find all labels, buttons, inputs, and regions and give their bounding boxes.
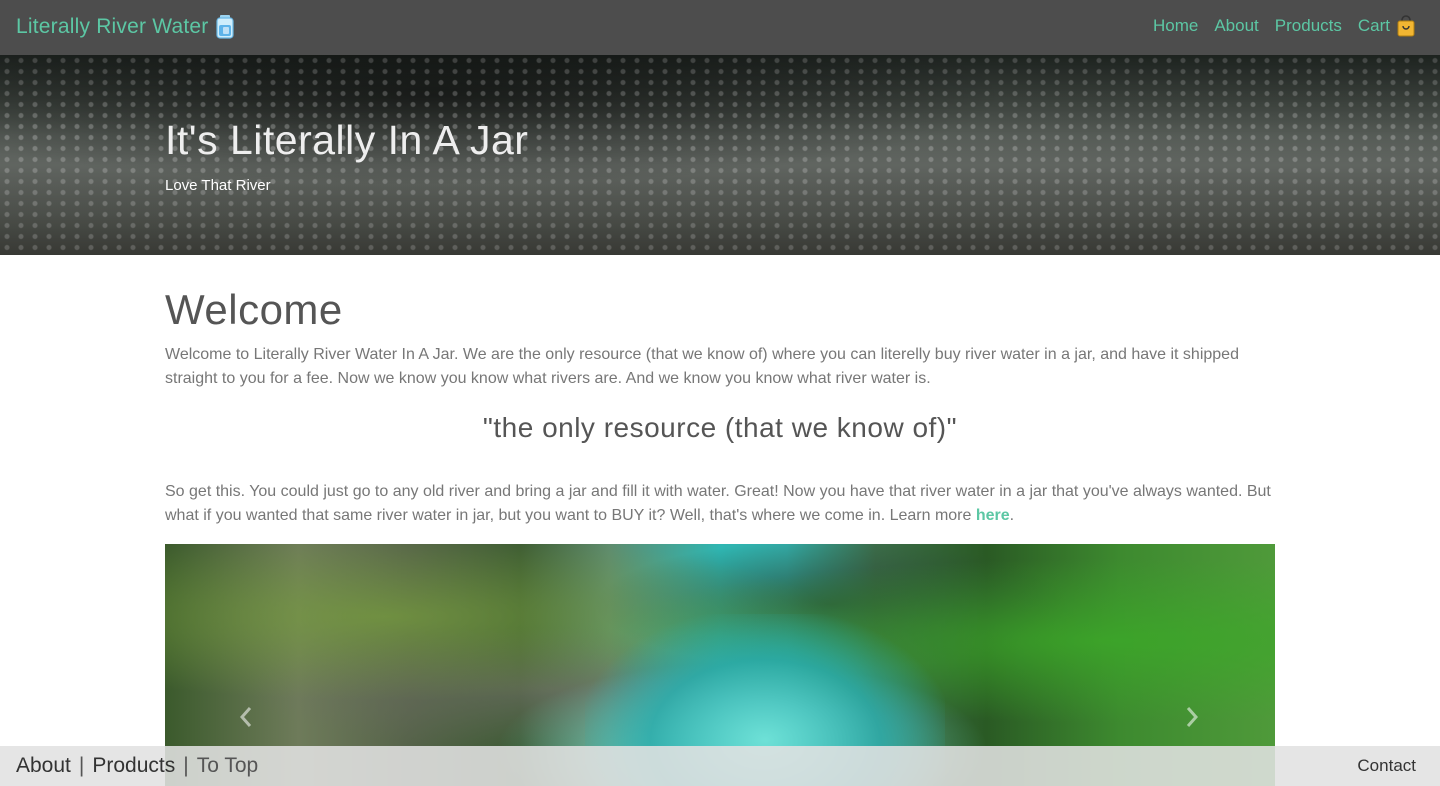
brand-name: Literally River Water (16, 15, 209, 38)
chevron-left-icon (239, 707, 252, 727)
chevron-right-icon (1186, 707, 1199, 727)
footer-separator: | (183, 754, 189, 777)
carousel-next-button[interactable] (1177, 702, 1207, 732)
nav-home-link[interactable]: Home (1153, 16, 1198, 36)
footer-to-top-link[interactable]: To Top (197, 754, 259, 778)
learn-more-link[interactable]: here (976, 507, 1010, 524)
welcome-paragraph: Welcome to Literally River Water In A Ja… (165, 346, 1239, 387)
hero-title: It's Literally In A Jar (165, 117, 529, 163)
hero-subtitle: Love That River (165, 177, 271, 194)
nav-about-link[interactable]: About (1214, 16, 1258, 36)
hero-banner: It's Literally In A Jar Love That River (0, 55, 1440, 255)
navbar: Literally River Water Home About Product… (0, 0, 1440, 55)
water-jar-icon (215, 14, 235, 40)
carousel-prev-button[interactable] (231, 702, 261, 732)
shopping-bag-icon (1396, 15, 1416, 37)
intro-paragraph: So get this. You could just go to any ol… (165, 483, 1271, 524)
intro-text: So get this. You could just go to any ol… (165, 483, 1271, 524)
footer: About | Products | To Top Contact (0, 746, 1440, 786)
nav-cart-label: Cart (1357, 16, 1390, 35)
nav-links: Home About Products Cart (1137, 14, 1416, 38)
nav-products-link[interactable]: Products (1275, 16, 1342, 36)
footer-products-link[interactable]: Products (92, 754, 175, 778)
footer-contact-link[interactable]: Contact (1357, 756, 1416, 776)
nav-cart-link[interactable]: Cart (1358, 15, 1416, 37)
footer-separator: | (78, 754, 85, 777)
welcome-heading: Welcome (165, 286, 343, 333)
brand-link[interactable]: Literally River Water (16, 13, 235, 41)
footer-links: About | Products | To Top (16, 754, 258, 778)
footer-about-link[interactable]: About (16, 754, 71, 778)
pull-quote: "the only resource (that we know of)" (482, 412, 958, 443)
